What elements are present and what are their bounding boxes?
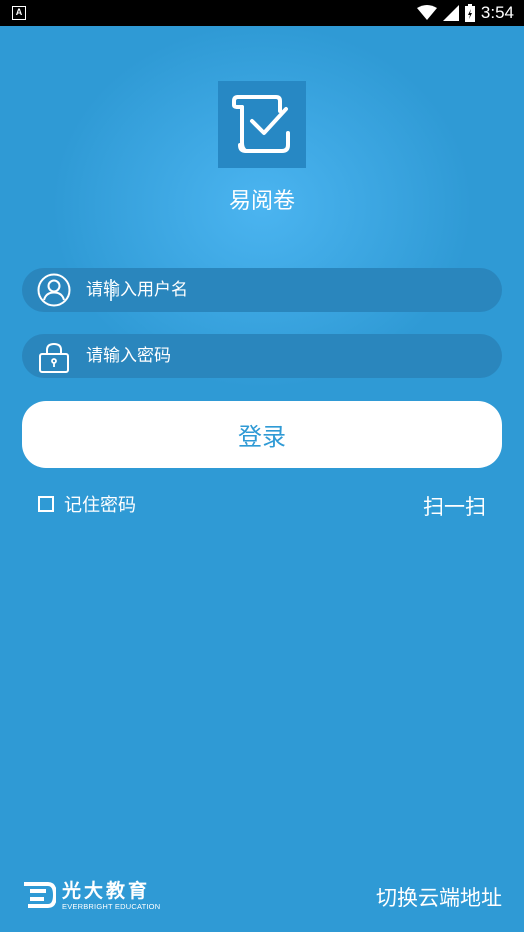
status-bar: A 3:54 (0, 0, 524, 26)
brand-name-cn: 光大教育 (62, 879, 151, 902)
password-input[interactable] (86, 334, 486, 378)
signal-icon (442, 5, 459, 21)
notification-icon: A (12, 6, 26, 20)
app-logo (218, 81, 306, 168)
remember-password[interactable]: 记住密码 (38, 491, 136, 517)
username-field[interactable] (22, 268, 502, 312)
wifi-icon (416, 5, 437, 20)
scan-button[interactable]: 扫一扫 (423, 491, 486, 521)
switch-cloud-address-link[interactable]: 切换云端地址 (376, 882, 502, 912)
lock-icon (39, 342, 69, 373)
status-time: 3:54 (480, 3, 514, 22)
battery-icon (464, 4, 475, 22)
password-field[interactable] (22, 334, 502, 378)
everbright-logo-icon (24, 882, 56, 908)
document-check-icon (232, 95, 290, 153)
brand-logo: 光大教育 EVERBRIGHT EDUCATION (22, 878, 160, 912)
user-icon (37, 273, 71, 307)
app-title: 易阅卷 (228, 189, 295, 214)
brand-name-en: EVERBRIGHT EDUCATION (62, 901, 161, 911)
username-input[interactable] (86, 268, 486, 312)
remember-checkbox[interactable] (38, 496, 54, 512)
text-cursor (110, 279, 112, 301)
login-button[interactable]: 登录 (22, 401, 502, 468)
remember-label: 记住密码 (64, 495, 136, 516)
